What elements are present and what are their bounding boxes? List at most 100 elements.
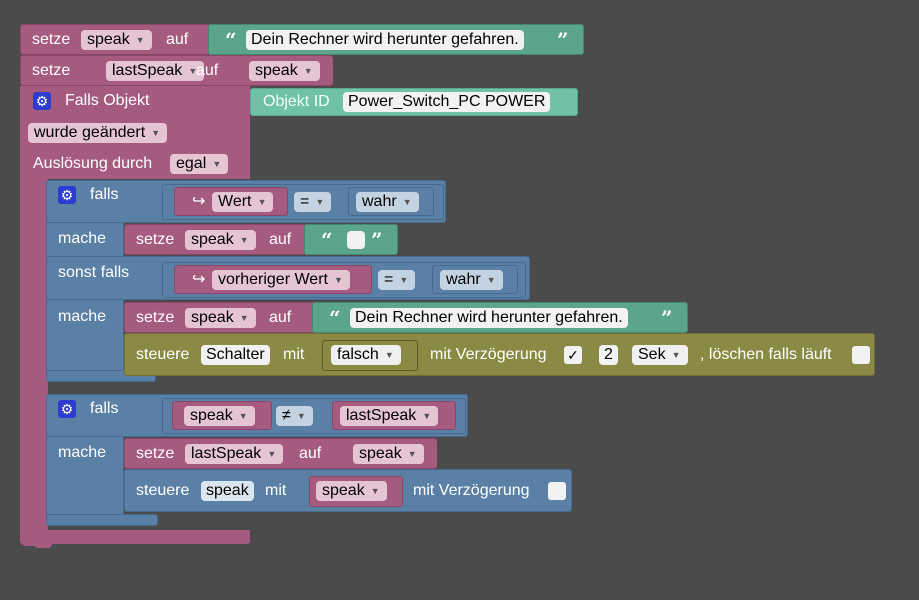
ausloesung-dropdown[interactable]: egal ▼ [170, 154, 229, 174]
object-field[interactable]: Schalter [201, 345, 270, 365]
variable-dropdown[interactable]: speak ▼ [185, 308, 256, 328]
set-speak-empty-block[interactable]: setze speak ▼ auf [124, 224, 308, 255]
chevron-down-icon: ▼ [671, 350, 681, 360]
chevron-down-icon: ▼ [384, 350, 394, 360]
chevron-down-icon: ▼ [151, 128, 161, 138]
chevron-down-icon: ▼ [296, 411, 306, 421]
right-var-dropdown[interactable]: lastSpeak ▼ [340, 406, 439, 426]
value-variable-dropdown[interactable]: speak ▼ [353, 444, 424, 464]
sonst-falls-label: sonst falls [58, 264, 130, 281]
quote-open-icon: “ [329, 306, 341, 330]
ausloesung-label: Auslösung durch [33, 155, 153, 172]
value-dropdown[interactable]: speak ▼ [316, 481, 387, 501]
chevron-down-icon: ▼ [486, 275, 496, 285]
auf-label: auf [166, 31, 189, 48]
unit-dropdown[interactable]: Sek ▼ [632, 345, 688, 365]
field-dropdown-2[interactable]: vorheriger Wert ▼ [212, 270, 350, 290]
chevron-down-icon: ▼ [267, 449, 277, 459]
mit-label: mit [283, 346, 305, 363]
setze-label: setze [136, 309, 175, 326]
setze-label: setze [32, 62, 71, 79]
auf-label: auf [269, 309, 292, 326]
quote-close-icon: ” [661, 306, 673, 330]
delay-label: mit Verzögerung [413, 482, 530, 499]
boolean-dropdown-2[interactable]: wahr ▼ [440, 270, 503, 290]
delay-number-field[interactable]: 2 [599, 345, 618, 365]
value-dropdown[interactable]: falsch ▼ [331, 345, 401, 365]
setze-label: setze [136, 231, 175, 248]
clear-checkbox[interactable] [852, 346, 870, 364]
gear-icon[interactable]: ⚙ [58, 400, 76, 418]
trigger-block-footer [20, 530, 250, 544]
empty-text-field[interactable] [347, 231, 365, 249]
variable-dropdown[interactable]: speak ▼ [81, 30, 152, 50]
operator-dropdown-2[interactable]: = ▼ [378, 270, 416, 290]
field-dropdown[interactable]: Wert ▼ [212, 192, 274, 212]
quote-close-icon: ” [371, 228, 383, 252]
gear-icon[interactable]: ⚙ [33, 92, 51, 110]
chevron-down-icon: ▼ [407, 449, 417, 459]
if-block-2-footer [46, 514, 158, 526]
text-block[interactable]: “ Dein Rechner wird herunter gefahren. ” [208, 24, 584, 55]
trigger-title: Falls Objekt [65, 92, 150, 109]
falls-label: falls [90, 186, 119, 203]
set-speak-block-2[interactable]: setze speak ▼ auf [124, 302, 320, 333]
arrow-icon: ↪ [192, 271, 206, 288]
control-block-2[interactable]: steuere speak mit speak ▼ mit Verzögerung [124, 469, 572, 512]
control-block[interactable]: steuere Schalter mit falsch ▼ mit Verzöge… [124, 333, 875, 376]
operator-dropdown[interactable]: = ▼ [294, 192, 332, 212]
objekt-id-block[interactable]: Objekt ID Power_Switch_PC POWER [250, 88, 578, 116]
chevron-down-icon: ▼ [238, 411, 248, 421]
quote-open-icon: “ [225, 28, 237, 52]
mit-label: mit [265, 482, 287, 499]
chevron-down-icon: ▼ [399, 275, 409, 285]
setze-label: setze [136, 445, 175, 462]
steuere-label: steuere [136, 482, 190, 499]
delay-label: mit Verzögerung [430, 346, 547, 363]
quote-open-icon: “ [321, 228, 333, 252]
mache-label-2: mache [58, 308, 107, 325]
auf-label: auf [269, 231, 292, 248]
trigger-bottom-connector [34, 542, 52, 548]
variable-dropdown[interactable]: lastSpeak ▼ [185, 444, 284, 464]
text-field[interactable]: Dein Rechner wird herunter gefahren. [246, 30, 524, 50]
chevron-down-icon: ▼ [239, 235, 249, 245]
text-field-2[interactable]: Dein Rechner wird herunter gefahren. [350, 308, 628, 328]
condition-dropdown[interactable]: wurde geändert ▼ [28, 123, 168, 143]
value-variable-dropdown[interactable]: speak ▼ [249, 61, 320, 81]
chevron-down-icon: ▼ [303, 66, 313, 76]
setze-label: setze [32, 31, 71, 48]
falls-label-2: falls [90, 400, 119, 417]
gear-icon[interactable]: ⚙ [58, 186, 76, 204]
operator-dropdown-3[interactable]: ≠ ▼ [276, 406, 313, 426]
mache-label-3: mache [58, 444, 107, 461]
variable-dropdown[interactable]: speak ▼ [185, 230, 256, 250]
quote-close-icon: ” [557, 28, 569, 52]
delay-checkbox[interactable] [548, 482, 566, 500]
mache-label: mache [58, 230, 107, 247]
objekt-id-field[interactable]: Power_Switch_PC POWER [343, 92, 551, 112]
chevron-down-icon: ▼ [315, 197, 325, 207]
auf-label: auf [196, 62, 219, 79]
set-lastspeak-block-2[interactable]: setze lastSpeak ▼ auf speak ▼ [124, 438, 437, 469]
arrow-icon: ↪ [192, 193, 206, 210]
empty-text-block[interactable]: “ ” [304, 224, 398, 255]
clear-label: , löschen falls läuft [700, 346, 832, 363]
chevron-down-icon: ▼ [239, 313, 249, 323]
chevron-down-icon: ▼ [402, 197, 412, 207]
chevron-down-icon: ▼ [334, 275, 343, 285]
objekt-id-label: Objekt ID [263, 93, 330, 110]
chevron-down-icon: ▼ [370, 486, 380, 496]
delay-checkbox[interactable]: ✓ [564, 346, 582, 364]
set-lastspeak-block[interactable]: setze lastSpeak ▼ auf speak ▼ [20, 55, 333, 86]
variable-dropdown[interactable]: lastSpeak ▼ [106, 61, 205, 81]
set-speak-block[interactable]: setze speak ▼ auf [20, 24, 214, 55]
text-block-2[interactable]: “ Dein Rechner wird herunter gefahren. ” [312, 302, 688, 333]
chevron-down-icon: ▼ [257, 197, 267, 207]
chevron-down-icon: ▼ [135, 35, 145, 45]
chevron-down-icon: ▼ [212, 159, 222, 169]
left-var-dropdown[interactable]: speak ▼ [184, 406, 255, 426]
boolean-dropdown[interactable]: wahr ▼ [356, 192, 419, 212]
auf-label: auf [299, 445, 322, 462]
object-field[interactable]: speak [201, 481, 254, 501]
